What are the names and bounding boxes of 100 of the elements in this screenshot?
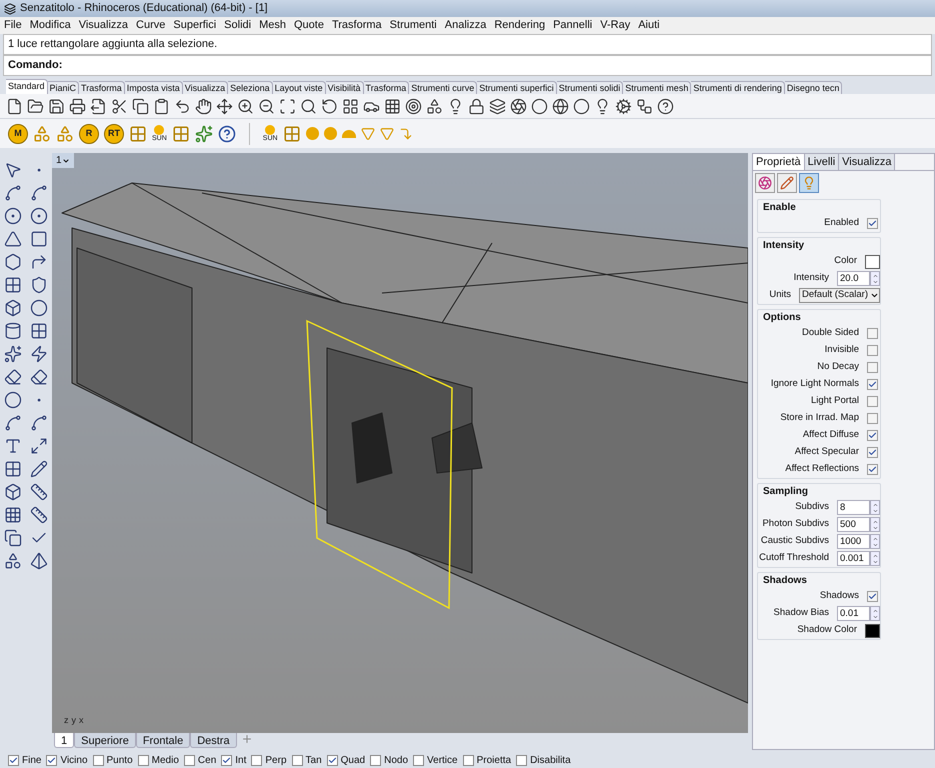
zoom-in-icon[interactable] <box>237 98 254 114</box>
menu-item[interactable]: Curve <box>136 17 166 34</box>
checkbox[interactable] <box>867 447 878 458</box>
toolbar-tab[interactable]: Trasforma <box>364 81 410 94</box>
number-field[interactable]: 0.01 <box>837 606 870 621</box>
menu-item[interactable]: Rendering <box>494 17 546 34</box>
box-icon[interactable] <box>4 299 22 317</box>
osnap-checkbox[interactable] <box>326 755 338 766</box>
render-badge-button[interactable]: M <box>8 124 28 144</box>
panel-tab[interactable]: Visualizza <box>839 154 896 170</box>
menu-item[interactable]: Trasforma <box>332 17 382 34</box>
viewport-tab[interactable]: 1 <box>54 733 74 748</box>
solid-icon[interactable] <box>4 483 22 501</box>
toolbar-tab[interactable]: Strumenti superfici <box>477 81 557 94</box>
copy-icon[interactable] <box>4 529 22 547</box>
add-viewport-icon[interactable] <box>240 733 253 745</box>
number-field[interactable]: 20.0 <box>837 271 870 286</box>
zoom-out-icon[interactable] <box>258 98 275 114</box>
toolbar-tab[interactable]: Disegno tecn <box>784 81 842 94</box>
print-icon[interactable] <box>69 98 86 114</box>
checkbox[interactable] <box>867 591 878 602</box>
osnap-checkbox[interactable] <box>413 755 424 766</box>
edit-icon[interactable] <box>30 460 48 478</box>
rectangle-icon[interactable] <box>30 230 48 248</box>
units-dropdown[interactable]: Default (Scalar) <box>799 288 880 303</box>
toolbar-tab[interactable]: Strumenti solidi <box>556 81 624 94</box>
arc-icon[interactable] <box>4 230 22 248</box>
viewport-tab[interactable]: Superiore <box>74 733 136 748</box>
osnap-checkbox[interactable] <box>184 755 195 766</box>
osnap-checkbox[interactable] <box>516 755 528 766</box>
lock-icon[interactable] <box>468 98 485 114</box>
osnap-checkbox[interactable] <box>292 755 303 766</box>
menu-item[interactable]: File <box>4 17 22 34</box>
render-badge-button[interactable]: RT <box>104 124 124 144</box>
menu-item[interactable]: Superfici <box>173 17 216 34</box>
new-file-icon[interactable] <box>6 98 23 114</box>
number-field[interactable]: 500 <box>837 517 870 532</box>
osnap-checkbox[interactable] <box>251 755 262 766</box>
menu-item[interactable]: V-Ray <box>600 17 630 34</box>
menu-item[interactable]: Analizza <box>444 17 486 34</box>
osnap-checkbox[interactable] <box>462 755 474 766</box>
osnap-checkbox[interactable] <box>92 755 104 766</box>
toolbar-tab[interactable]: Strumenti curve <box>409 81 478 94</box>
checkbox[interactable] <box>867 345 878 356</box>
burst-icon[interactable] <box>30 345 48 363</box>
panel-tab[interactable]: Livelli <box>804 154 840 170</box>
toolbar-tab[interactable]: Trasforma <box>79 81 125 94</box>
cylinder-icon[interactable] <box>4 322 22 340</box>
polygon-icon[interactable] <box>4 253 22 271</box>
help-icon[interactable] <box>657 98 674 114</box>
spin-up-icon[interactable] <box>872 502 878 508</box>
undo-icon[interactable] <box>174 98 191 114</box>
target-icon[interactable] <box>405 98 422 114</box>
spin-down-icon[interactable] <box>872 542 878 548</box>
layers-icon[interactable] <box>489 98 506 114</box>
checkbox[interactable] <box>867 430 878 441</box>
number-field[interactable]: 1000 <box>837 534 870 549</box>
spin-up-icon[interactable] <box>872 272 878 278</box>
settings-icon[interactable] <box>615 98 632 114</box>
menu-item[interactable]: Strumenti <box>390 17 437 34</box>
panel-tab[interactable]: Proprietà <box>753 154 805 170</box>
color-swatch[interactable] <box>865 254 880 268</box>
fillet-icon[interactable] <box>30 253 48 271</box>
ellipse-icon[interactable] <box>30 207 48 225</box>
grid-array-icon[interactable] <box>4 506 22 524</box>
checkbox[interactable] <box>867 464 878 475</box>
viewport-tab[interactable]: Frontale <box>136 733 190 748</box>
cut-icon[interactable] <box>111 98 128 114</box>
render-badge-button[interactable]: R <box>79 124 99 144</box>
spin-up-icon[interactable] <box>872 536 878 542</box>
curve-icon[interactable] <box>30 184 48 202</box>
spin-button[interactable] <box>870 500 880 515</box>
checkbox[interactable] <box>867 218 878 229</box>
toolbar-tab[interactable]: Standard <box>6 79 48 94</box>
text-icon[interactable] <box>4 437 22 455</box>
folder-icon[interactable] <box>27 98 44 114</box>
viewport-tab[interactable]: Destra <box>190 733 237 748</box>
toolbar-tab[interactable]: PianiC <box>48 81 80 94</box>
sphere-icon[interactable] <box>531 98 548 114</box>
checkbox[interactable] <box>867 413 878 424</box>
hand-icon[interactable] <box>195 98 212 114</box>
checkbox[interactable] <box>867 362 878 373</box>
copy-icon[interactable] <box>132 98 149 114</box>
osnap-checkbox[interactable] <box>370 755 382 766</box>
spin-button[interactable] <box>870 551 880 566</box>
toolbar-tab[interactable]: Visibilità <box>326 81 364 94</box>
spin-button[interactable] <box>870 271 880 286</box>
spin-down-icon[interactable] <box>872 614 878 620</box>
pyramid-icon[interactable] <box>30 552 48 570</box>
color-swatch[interactable] <box>865 624 880 638</box>
number-field[interactable]: 0.001 <box>837 551 870 566</box>
scale-icon[interactable] <box>30 437 48 455</box>
spin-up-icon[interactable] <box>872 608 878 614</box>
workflow-icon[interactable] <box>636 98 653 114</box>
paste-icon[interactable] <box>153 98 170 114</box>
menu-item[interactable]: Aiuti <box>638 17 660 34</box>
save-icon[interactable] <box>48 98 65 114</box>
spin-down-icon[interactable] <box>872 278 878 284</box>
viewport-grid-icon[interactable] <box>342 98 359 114</box>
circle-icon[interactable] <box>4 207 22 225</box>
